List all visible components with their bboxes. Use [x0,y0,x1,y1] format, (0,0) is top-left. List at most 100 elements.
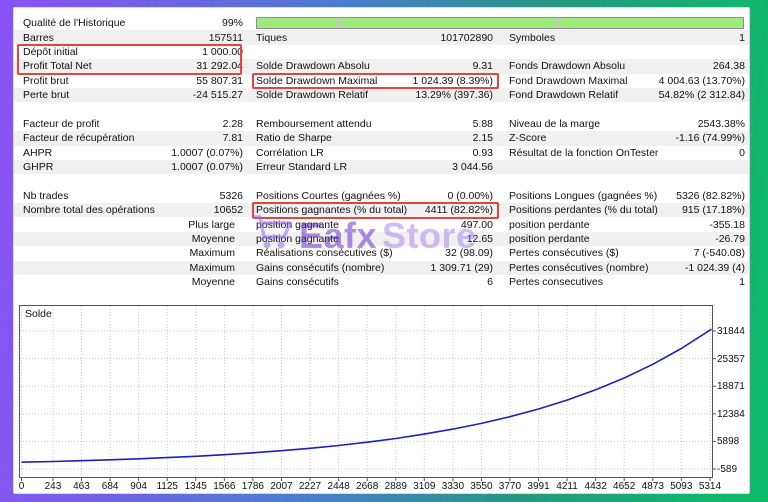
stats-row: Facteur de récupération7.81Ratio de Shar… [14,131,749,145]
stats-row: Profit Total Net31 292.04Solde Drawdown … [14,59,749,73]
stat-value: 1 309.71 (29) [431,262,503,274]
stats-row: GHPR1.0007 (0.07%)Erreur Standard LR3 04… [14,160,749,174]
stat-cell: Perte brut-24 515.27 [14,88,251,102]
stat-cell: Fonds Drawdown Absolu264.38 [503,59,749,73]
y-tick-label: 31844 [717,326,745,337]
stat-value: 2543.38% [698,118,749,130]
stat-value: 1.0007 (0.07%) [171,147,251,159]
stat-cell: Corrélation LR0.93 [251,146,503,160]
stat-value: 6 [487,276,503,288]
stat-cell: Niveau de la marge2543.38% [503,117,749,131]
stat-value: -355.18 [709,219,749,231]
stat-cell: Moyenne [14,232,251,246]
stat-value: 101702890 [440,32,503,44]
stat-value: 157511 [209,32,251,44]
stat-label: Nb trades [14,190,220,202]
stat-label: Ratio de Sharpe [251,132,473,144]
stat-cell: Dépôt initial1 000.00 [14,45,251,59]
stats-row: Perte brut-24 515.27Solde Drawdown Relat… [14,88,749,102]
stat-cell: Nb trades5326 [14,189,251,203]
stat-label: Facteur de récupération [14,132,223,144]
chart-title: Solde [25,308,52,320]
stat-value: 5326 (82.82%) [676,190,749,202]
stat-cell: Positions Longues (gagnées %)5326 (82.82… [503,189,749,203]
stat-cell [503,160,749,174]
stat-value: 0 (0.00%) [447,190,503,202]
stat-cell: position perdante-355.18 [503,217,749,231]
stat-value: 99% [222,17,251,29]
stat-cell: Pertes consecutives1 [503,275,749,289]
stat-cell: Fond Drawdown Maximal4 004.63 (13.70%) [503,74,749,88]
stat-value: 264.38 [713,60,749,72]
stat-label: Barres [14,32,209,44]
stat-cell: Facteur de récupération7.81 [14,131,251,145]
stat-label: GHPR [14,161,171,173]
stat-label: Positions perdantes (% du total) [503,204,682,216]
stat-label: Profit brut [14,75,196,87]
stat-cell: Maximum [14,246,251,260]
stat-label: Solde Drawdown Relatif [251,89,415,101]
stat-cell: Fond Drawdown Relatif54.82% (2 312.84) [503,88,749,102]
stat-cell: Pertes consécutives ($)7 (-540.08) [503,246,749,260]
stat-cell: Tiques101702890 [251,30,503,44]
stat-cell: position gagnante12.65 [251,232,503,246]
stat-cell: Barres157511 [14,30,251,44]
stat-cell: Solde Drawdown Maximal1 024.39 (8.39%) [251,74,503,88]
stat-label: Symboles [503,32,739,44]
stat-value: 1.0007 (0.07%) [171,161,251,173]
stat-value: 915 (17.18%) [682,204,749,216]
spacer-row [14,289,749,303]
stat-cell: Facteur de profit2.28 [14,117,251,131]
stat-value: 0.93 [473,147,503,159]
stat-value: 7.81 [223,132,251,144]
stat-label: Pertes consécutives ($) [503,247,694,259]
stat-value: 31 292.04 [196,60,251,72]
stat-label: Erreur Standard LR [251,161,452,173]
stat-label: Solde Drawdown Absolu [251,60,473,72]
stat-value: 0 [739,147,749,159]
stat-cell: Maximum [14,261,251,275]
stat-value: 12.65 [467,233,503,245]
stat-label: Niveau de la marge [503,118,698,130]
stat-cell: position gagnante497.00 [251,217,503,231]
stat-cell: Profit Total Net31 292.04 [14,59,251,73]
stats-row: MaximumRéalisations consécutives ($)32 (… [14,246,749,260]
stat-label: Positions Longues (gagnées %) [503,190,676,202]
stat-value: -24 515.27 [193,89,251,101]
stats-row: Qualité de l'Historique99% [14,16,749,30]
stat-cell: Remboursement attendu5.88 [251,117,503,131]
stat-cell: position perdante-26.79 [503,232,749,246]
stats-row: Moyenneposition gagnante12.65position pe… [14,232,749,246]
bar-divider [337,18,341,28]
balance-curve-plot [19,305,719,487]
stat-cell: AHPR1.0007 (0.07%) [14,146,251,160]
stat-label: Positions Courtes (gagnées %) [251,190,447,202]
stat-value: Maximum [14,247,251,259]
stat-cell: Gains consécutifs6 [251,275,503,289]
stats-row: Dépôt initial1 000.00 [14,45,749,59]
stat-cell: Résultat de la fonction OnTester0 [503,146,749,160]
stat-label: position perdante [503,233,715,245]
stat-label: Nombre total des opérations [14,204,214,216]
stat-cell: Profit brut55 807.31 [14,74,251,88]
stat-label: Fond Drawdown Maximal [503,75,659,87]
stat-cell: Plus large [14,217,251,231]
stat-cell: Positions Courtes (gagnées %)0 (0.00%) [251,189,503,203]
stat-value: 9.31 [473,60,503,72]
stat-value: 2.28 [223,118,251,130]
y-tick-label: 12384 [717,409,745,420]
stat-value: 1 [739,276,749,288]
stat-label: Résultat de la fonction OnTester [503,147,739,159]
stat-cell [251,45,503,59]
stats-row: Profit brut55 807.31Solde Drawdown Maxim… [14,74,749,88]
stat-label: AHPR [14,147,171,159]
stat-label: Tiques [251,32,440,44]
stat-value: 55 807.31 [196,75,251,87]
stats-row: Nombre total des opérations10652Position… [14,203,749,217]
stat-value: -1 024.39 (4) [685,262,749,274]
stat-value: -1.16 (74.99%) [676,132,749,144]
history-quality-bar [251,16,749,30]
stats-table: Qualité de l'Historique99%Barres157511Ti… [14,16,749,304]
stat-label: Corrélation LR [251,147,473,159]
stat-cell: Erreur Standard LR3 044.56 [251,160,503,174]
